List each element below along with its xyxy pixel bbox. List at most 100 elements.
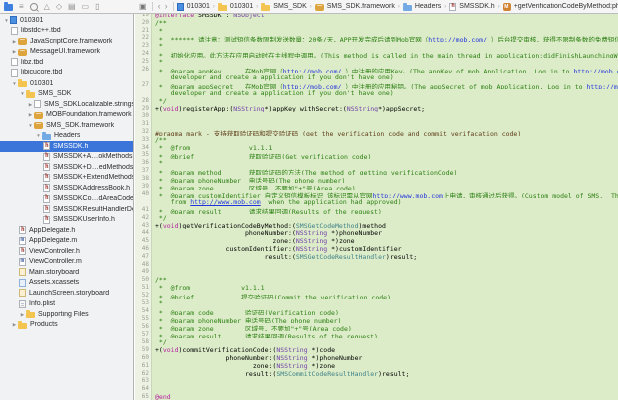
disclosure-open-icon[interactable]: ▼: [35, 132, 42, 139]
sidebar-item-appdelegate-m[interactable]: AppDelegate.m: [0, 236, 133, 247]
sidebar-item-javascriptcore-framework[interactable]: ▶JavaScriptCore.framework: [0, 36, 133, 47]
code-line-50[interactable]: 50/**: [135, 276, 618, 284]
code-line-22[interactable]: 22 * ****** 请注意：测试短信条数限制发送数量：20条/天，APP开发…: [135, 34, 618, 42]
code-line-46[interactable]: 46 customIdentifier:(NSString *)customId…: [135, 245, 618, 253]
disclosure-closed-icon[interactable]: ▶: [11, 48, 18, 55]
breadcrumb-item-sms-sdk[interactable]: SMS_SDK: [261, 3, 306, 11]
sidebar-item-010301[interactable]: ▼010301: [0, 15, 133, 26]
source-editor[interactable]: 19@interface SMSSDK : NSObject20/**21 *2…: [135, 14, 618, 400]
code-line-44[interactable]: 44 phoneNumber:(NSString *)phoneNumber: [135, 229, 618, 237]
sidebar-item-main-storyboard[interactable]: Main.storyboard: [0, 267, 133, 278]
code-line-54[interactable]: 54 * @param code 验证码(Verification code): [135, 307, 618, 315]
code-line-30[interactable]: 30: [135, 112, 618, 120]
code-line-60[interactable]: 60 phoneNumber:(NSString *)phoneNumber: [135, 354, 618, 362]
sidebar-item-info-plist[interactable]: Info.plist: [0, 299, 133, 310]
disclosure-closed-icon[interactable]: ▶: [11, 321, 18, 328]
sidebar-item-smssdk-h[interactable]: SMSSDK.h: [0, 141, 133, 152]
sidebar-item-mobfoundation-framework[interactable]: ▶MOBFoundation.framework: [0, 110, 133, 121]
code-line-63[interactable]: 63: [135, 377, 618, 385]
sidebar-item-smssdk-a-okmethods-h[interactable]: SMSSDK+A…okMethods.h: [0, 152, 133, 163]
code-line-58[interactable]: 58 */: [135, 338, 618, 346]
sidebar-item-viewcontroller-m[interactable]: ViewController.m: [0, 257, 133, 268]
sidebar-item-messageui-framework[interactable]: ▶MessageUI.framework: [0, 47, 133, 58]
project-navigator-icon[interactable]: [4, 4, 13, 11]
code-line-38[interactable]: 38 * @param phoneNumber 电话号码(The phone n…: [135, 175, 618, 183]
code-line-29[interactable]: 29+(void)registerApp:(NSString*)appKey w…: [135, 105, 618, 113]
code-line-37[interactable]: 37 * @param method 获取验证码的方法(The method o…: [135, 167, 618, 175]
code-line-53[interactable]: 53 *: [135, 299, 618, 307]
sidebar-item-assets-xcassets[interactable]: Assets.xcassets: [0, 278, 133, 289]
sidebar-item-sms-sdk[interactable]: ▼SMS_SDK: [0, 89, 133, 100]
breadcrumb-item-headers[interactable]: Headers: [403, 3, 441, 11]
disclosure-open-icon[interactable]: ▼: [11, 80, 18, 87]
debug-navigator-icon[interactable]: ▤: [68, 3, 76, 11]
report-navigator-icon[interactable]: ▯: [95, 3, 99, 11]
code-line-26[interactable]: 26 * @param appKey 在Mob官网（http://mob.com…: [135, 66, 618, 74]
code-line-34[interactable]: 34 * @from v1.1.1: [135, 144, 618, 152]
code-line-62[interactable]: 62 result:(SMSCommitCodeResultHandler)re…: [135, 370, 618, 378]
code-line-wrap[interactable]: developer and create a application if yo…: [135, 73, 618, 81]
sidebar-item-libz-tbd[interactable]: libz.tbd: [0, 57, 133, 68]
code-line-31[interactable]: 31: [135, 120, 618, 128]
code-line-wrap[interactable]: developer and create a application if yo…: [135, 89, 618, 97]
code-line-43[interactable]: 43+(void)getVerificationCodeByMethod:(SM…: [135, 222, 618, 230]
code-line-47[interactable]: 47 result:(SMSGetCodeResultHandler)resul…: [135, 253, 618, 261]
breadcrumb-item-sms-sdk-framework[interactable]: SMS_SDK.framework: [315, 3, 395, 11]
disclosure-open-icon[interactable]: ▼: [3, 17, 10, 24]
symbol-navigator-icon[interactable]: ≡: [19, 3, 24, 11]
sidebar-item-products[interactable]: ▶Products: [0, 320, 133, 331]
disclosure-open-icon[interactable]: ▼: [27, 122, 34, 129]
sidebar-item-smssdk-d-edmethods-h[interactable]: SMSSDK+D…edMethods.h: [0, 162, 133, 173]
code-line-21[interactable]: 21 *: [135, 27, 618, 35]
sidebar-item-smssdkaddressbook-h[interactable]: SMSSDKAddressBook.h: [0, 183, 133, 194]
code-line-48[interactable]: 48: [135, 261, 618, 269]
find-navigator-icon[interactable]: [30, 3, 38, 11]
breadcrumb-item-smssdk-h[interactable]: SMSSDK.h: [449, 3, 494, 11]
code-line-33[interactable]: 33/**: [135, 136, 618, 144]
breadcrumb-item-010301[interactable]: 010301: [177, 3, 210, 11]
code-line-35[interactable]: 35 * @brief 获取验证码(Get verification code): [135, 151, 618, 159]
code-line-42[interactable]: 42 */: [135, 214, 618, 222]
disclosure-closed-icon[interactable]: ▶: [27, 101, 34, 108]
forward-button[interactable]: ›: [163, 2, 170, 11]
code-line-56[interactable]: 56 * @param zone 区域号，不要加"+"号(Area code): [135, 323, 618, 331]
sidebar-item-sms-sdk-framework[interactable]: ▼SMS_SDK.framework: [0, 120, 133, 131]
code-line-64[interactable]: 64: [135, 385, 618, 393]
sidebar-item-010301[interactable]: ▼010301: [0, 78, 133, 89]
code-line-45[interactable]: 45 zone:(NSString *)zone: [135, 237, 618, 245]
disclosure-open-icon[interactable]: ▼: [19, 90, 26, 97]
code-line-32[interactable]: 32#pragma mark - 支持获取验证码和提交验证码 (get the …: [135, 128, 618, 136]
code-line-39[interactable]: 39 * @param zone 区域号，不要加"+"号(Area code): [135, 183, 618, 191]
code-line-52[interactable]: 52 * @brief 提交验证码(Commit the verificatio…: [135, 292, 618, 300]
sidebar-item-libstdc-tbd[interactable]: libstdc++.tbd: [0, 26, 133, 37]
related-items-icon[interactable]: ▣: [139, 2, 147, 11]
code-line-40[interactable]: 40 * @param customIdentifier 自定义短信模板标识 该…: [135, 190, 618, 198]
breadcrumb-item-010301[interactable]: 010301: [218, 3, 253, 11]
sidebar-item-viewcontroller-h[interactable]: ViewController.h: [0, 246, 133, 257]
sidebar-item-sms-sdklocalizable-strings[interactable]: ▶SMS_SDKLocalizable.strings: [0, 99, 133, 110]
code-line-65[interactable]: 65@end: [135, 393, 618, 400]
back-button[interactable]: ‹: [156, 2, 163, 11]
code-line-36[interactable]: 36 *: [135, 159, 618, 167]
code-line-23[interactable]: 23 *: [135, 42, 618, 50]
sidebar-item-smssdk-extendmethods-h[interactable]: SMSSDK+ExtendMethods.h: [0, 173, 133, 184]
code-line-55[interactable]: 55 * @param phoneNumber 电话号码(The phone n…: [135, 315, 618, 323]
disclosure-closed-icon[interactable]: ▶: [11, 38, 18, 45]
code-line-61[interactable]: 61 zone:(NSString *)zone: [135, 362, 618, 370]
sidebar-item-supporting-files[interactable]: ▶Supporting Files: [0, 309, 133, 320]
code-line-41[interactable]: 41 * @param result 请求结果回调(Results of the…: [135, 206, 618, 214]
code-line-59[interactable]: 59+(void)commitVerificationCode:(NSStrin…: [135, 346, 618, 354]
code-line-51[interactable]: 51 * @from v1.1.1: [135, 284, 618, 292]
sidebar-item-launchscreen-storyboard[interactable]: LaunchScreen.storyboard: [0, 288, 133, 299]
sidebar-item-libicucore-tbd[interactable]: libicucore.tbd: [0, 68, 133, 79]
disclosure-closed-icon[interactable]: ▶: [19, 311, 26, 318]
sidebar-item-smssdkuserinfo-h[interactable]: SMSSDKUserInfo.h: [0, 215, 133, 226]
sidebar-item-appdelegate-h[interactable]: AppDelegate.h: [0, 225, 133, 236]
code-line-49[interactable]: 49: [135, 268, 618, 276]
test-navigator-icon[interactable]: ◇: [56, 3, 62, 11]
code-line-wrap[interactable]: from http://www.mob.com when the applica…: [135, 198, 618, 206]
sidebar-item-smssdkresulthandlerdef-h[interactable]: SMSSDKResultHandlerDef.h: [0, 204, 133, 215]
code-line-27[interactable]: 27 * @param appSecret 在Mob官网（http://mob.…: [135, 81, 618, 89]
breadcrumb-item-getverificationcodebymethod-phonenumber-zone-customidenti[interactable]: +getVerificationCodeByMethod:phoneNumber…: [503, 3, 618, 11]
breakpoint-navigator-icon[interactable]: ▭: [82, 3, 90, 11]
